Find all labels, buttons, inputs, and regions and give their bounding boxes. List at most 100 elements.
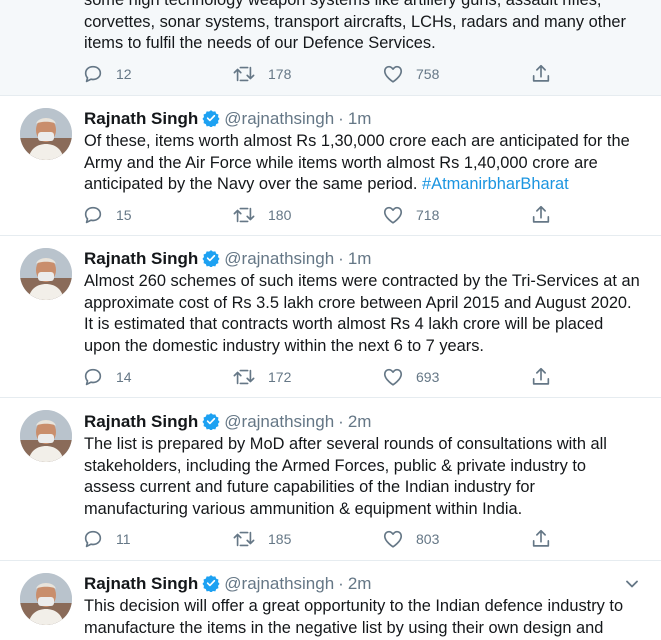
- like-button[interactable]: 803: [382, 528, 439, 550]
- tweet-text-line: Army and the Air Force while items worth…: [84, 153, 598, 172]
- tweet[interactable]: some high technology weapon systems like…: [0, 0, 661, 96]
- tweet-text: This decision will offer a great opportu…: [84, 596, 644, 639]
- retweet-button[interactable]: 172: [232, 366, 291, 388]
- author-handle[interactable]: @rajnathsingh: [224, 574, 334, 593]
- author-name[interactable]: Rajnath Singh: [84, 412, 198, 431]
- like-count: 718: [416, 207, 440, 223]
- tweet-text-line: assess current and future capabilities o…: [84, 478, 535, 496]
- avatar[interactable]: [20, 248, 72, 300]
- profile-photo: [20, 573, 72, 625]
- like-count: 803: [416, 531, 440, 547]
- tweet-text: The list is prepared by MoD after severa…: [84, 434, 644, 520]
- tweet-text-line: The list is prepared by MoD after severa…: [84, 435, 607, 453]
- author-handle[interactable]: @rajnathsingh: [224, 412, 334, 431]
- retweet-icon: [233, 369, 255, 385]
- share-icon: [532, 64, 550, 82]
- reply-icon: [84, 530, 102, 548]
- author-handle[interactable]: @rajnathsingh: [224, 249, 334, 268]
- tweet-text-line: manufacturing various ammunition & equip…: [84, 499, 523, 518]
- tweet-actions: 14 172 693: [82, 366, 562, 388]
- retweet-button[interactable]: 185: [232, 528, 291, 550]
- separator-dot: ·: [338, 574, 344, 593]
- avatar[interactable]: [20, 410, 72, 462]
- tweet-text-segment: anticipated by the Navy over the same pe…: [84, 175, 423, 193]
- tweet-header: Rajnath Singh @rajnathsingh · 1m: [84, 108, 371, 130]
- tweet-text-line: upon the domestic industry within the ne…: [84, 336, 484, 355]
- separator-dot: ·: [338, 412, 344, 431]
- avatar[interactable]: [20, 573, 72, 625]
- timestamp[interactable]: 2m: [348, 412, 372, 431]
- share-icon: [532, 205, 550, 223]
- reply-count: 14: [116, 369, 132, 385]
- tweet-actions: 15 180 718: [82, 204, 562, 226]
- share-button[interactable]: [530, 204, 552, 226]
- share-button[interactable]: [530, 63, 552, 85]
- retweet-button[interactable]: 178: [232, 63, 291, 85]
- tweet-text-line: stakeholders, including the Armed Forces…: [84, 456, 586, 475]
- reply-icon: [84, 368, 102, 386]
- reply-icon: [84, 65, 102, 83]
- share-button[interactable]: [530, 366, 552, 388]
- hashtag-link[interactable]: #AtmanirbharBharat: [422, 175, 569, 193]
- tweet-text: Of these, items worth almost Rs 1,30,000…: [84, 131, 644, 196]
- share-button[interactable]: [530, 528, 552, 550]
- chevron-down-icon[interactable]: [625, 577, 639, 591]
- verified-badge-icon: [202, 413, 220, 430]
- retweet-count: 172: [268, 369, 292, 385]
- separator-dot: ·: [338, 109, 344, 128]
- retweet-count: 178: [268, 66, 292, 82]
- tweet-text-line: This decision will offer a great opportu…: [84, 597, 624, 615]
- retweet-button[interactable]: 180: [232, 204, 291, 226]
- retweet-count: 180: [268, 207, 292, 223]
- tweet[interactable]: Rajnath Singh @rajnathsingh · 2m This decis…: [0, 561, 661, 640]
- like-button[interactable]: 758: [382, 63, 439, 85]
- profile-photo: [20, 108, 72, 160]
- tweet-header: Rajnath Singh @rajnathsingh · 2m: [84, 573, 371, 595]
- avatar[interactable]: [20, 108, 72, 160]
- reply-count: 12: [116, 66, 132, 82]
- separator-dot: ·: [338, 249, 344, 268]
- tweet-feed: some high technology weapon systems like…: [0, 0, 661, 640]
- tweet-text: Almost 260 schemes of such items were co…: [84, 271, 644, 357]
- retweet-icon: [233, 207, 255, 223]
- like-button[interactable]: 693: [382, 366, 439, 388]
- reply-count: 15: [116, 207, 132, 223]
- author-name[interactable]: Rajnath Singh: [84, 109, 198, 128]
- like-icon: [383, 530, 403, 548]
- timestamp[interactable]: 2m: [348, 574, 372, 593]
- reply-button[interactable]: 14: [82, 366, 132, 388]
- tweet[interactable]: Rajnath Singh @rajnathsingh · 1m Almost 260…: [0, 236, 661, 398]
- tweet-actions: 11 185 803: [82, 528, 562, 550]
- tweet-text-line: corvettes, sonar systems, transport airc…: [84, 12, 627, 31]
- tweet-header: Rajnath Singh @rajnathsingh · 2m: [84, 411, 371, 433]
- tweet-text-line: manufacture the items in the negative li…: [84, 618, 604, 637]
- reply-button[interactable]: 11: [82, 528, 131, 550]
- like-count: 693: [416, 369, 440, 385]
- reply-button[interactable]: 12: [82, 63, 132, 85]
- profile-photo: [20, 248, 72, 300]
- like-button[interactable]: 718: [382, 204, 439, 226]
- timestamp[interactable]: 1m: [348, 249, 372, 268]
- tweet-text-line: anticipated by the Navy over the same pe…: [84, 174, 644, 196]
- tweet-text-line: approximate cost of Rs 3.5 lakh crore be…: [84, 293, 632, 312]
- share-icon: [532, 367, 550, 385]
- tweet-text-line: Of these, items worth almost Rs 1,30,000…: [84, 132, 630, 150]
- profile-photo: [20, 410, 72, 462]
- reply-count: 11: [116, 531, 131, 547]
- author-name[interactable]: Rajnath Singh: [84, 249, 198, 268]
- author-name[interactable]: Rajnath Singh: [84, 574, 198, 593]
- verified-badge-icon: [202, 575, 220, 592]
- verified-badge-icon: [202, 250, 220, 267]
- tweet-actions: 12 178 758: [82, 63, 562, 85]
- tweet-text-line: items to fulfil the needs of our Defence…: [84, 34, 436, 52]
- tweet[interactable]: Rajnath Singh @rajnathsingh · 2m The list i…: [0, 398, 661, 561]
- like-icon: [383, 368, 403, 386]
- reply-button[interactable]: 15: [82, 204, 132, 226]
- tweet-header: Rajnath Singh @rajnathsingh · 1m: [84, 248, 371, 270]
- like-icon: [383, 65, 403, 83]
- tweet[interactable]: Rajnath Singh @rajnathsingh · 1m Of these, …: [0, 96, 661, 236]
- author-handle[interactable]: @rajnathsingh: [224, 109, 334, 128]
- verified-badge-icon: [202, 110, 220, 127]
- timestamp[interactable]: 1m: [348, 109, 372, 128]
- tweet-text-line: Almost 260 schemes of such items were co…: [84, 272, 640, 290]
